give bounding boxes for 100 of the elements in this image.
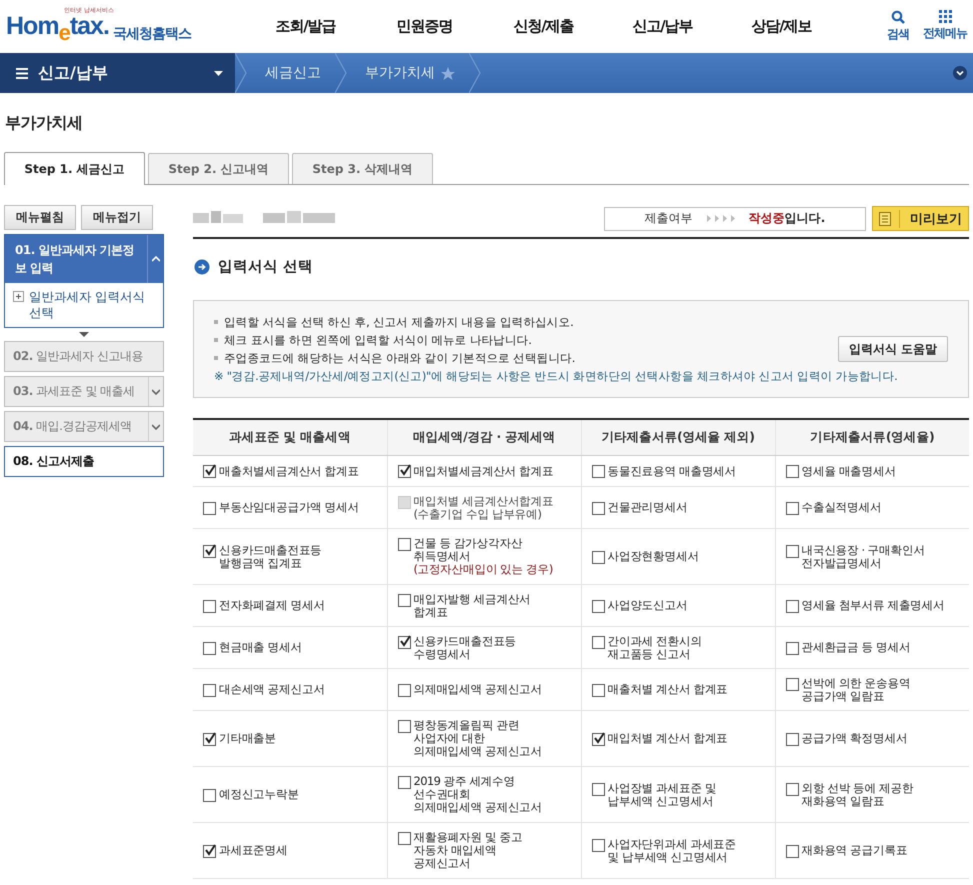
column-header: 과세표준 및 매출세액: [193, 419, 387, 456]
checkbox[interactable]: [203, 788, 216, 802]
caret-icon: [214, 70, 223, 76]
checkbox[interactable]: [592, 465, 604, 478]
checkbox[interactable]: [592, 838, 604, 852]
form-label: 과세표준명세: [219, 844, 288, 857]
checkbox[interactable]: [398, 465, 410, 478]
form-label: 전자화폐결제 명세서: [219, 599, 325, 612]
sidebar-button[interactable]: 메뉴접기: [81, 205, 153, 230]
form-label: 신용카드매출전표등 수령명세서: [414, 634, 516, 660]
checkbox[interactable]: [398, 832, 410, 845]
checkbox[interactable]: [592, 782, 604, 796]
form-label: 기타매출분: [219, 732, 276, 745]
checkbox[interactable]: [203, 684, 216, 696]
form-label: 매입처별세금계산서 합계표: [414, 464, 554, 478]
checkbox[interactable]: [592, 550, 604, 564]
search-button[interactable]: 검색: [887, 10, 909, 43]
checkbox[interactable]: [203, 465, 216, 478]
checkbox[interactable]: [203, 732, 216, 746]
checkbox[interactable]: [203, 642, 216, 654]
checkbox[interactable]: [592, 732, 604, 746]
breadcrumb-item[interactable]: 세금신고: [247, 53, 335, 93]
chevron-separator-icon: [235, 53, 247, 93]
notice-text: 체크 표시를 하면 왼쪽에 입력할 서식이 메뉴로 나타납니다.: [224, 332, 532, 349]
notice-text: 입력할 서식을 선택 하신 후, 신고서 제출까지 내용을 입력하십시오.: [224, 314, 574, 331]
tab[interactable]: Step 2. 신고내역: [148, 153, 289, 184]
menu-dropdown[interactable]: 신고/납부: [0, 53, 235, 93]
checkbox[interactable]: [786, 732, 798, 746]
chevron-separator-icon: [469, 53, 481, 93]
form-label: 매입처별 세금계산서합계표 (수출기업 수입 납부유예): [414, 494, 554, 520]
checkbox[interactable]: [786, 600, 798, 612]
breadcrumb-item[interactable]: 부가가치세: [347, 53, 469, 93]
expand-icon[interactable]: [152, 388, 160, 394]
expand-icon[interactable]: [152, 424, 160, 430]
form-label: 신용카드매출전표등 발행금액 집계표: [219, 544, 322, 570]
document-icon: [879, 212, 891, 226]
menu-item[interactable]: 신고/납부: [603, 17, 722, 36]
search-icon: [891, 10, 905, 24]
checkbox[interactable]: [786, 544, 798, 558]
expand-icon[interactable]: [953, 66, 967, 80]
checkbox[interactable]: [786, 465, 798, 478]
checkbox[interactable]: [203, 600, 216, 612]
star-icon[interactable]: [441, 66, 455, 80]
bullet-icon: [214, 356, 218, 360]
form-label: 관세환급금 등 명세서: [802, 641, 910, 654]
form-label: 현금매출 명세서: [219, 641, 302, 654]
checkbox[interactable]: [592, 684, 604, 696]
sidebar-button[interactable]: 메뉴펼침: [4, 205, 76, 230]
help-button[interactable]: 입력서식 도움말: [838, 336, 948, 362]
checkbox[interactable]: [786, 678, 798, 690]
checkbox[interactable]: [398, 538, 410, 551]
form-label: 대손세액 공제신고서: [219, 683, 325, 696]
menu-item[interactable]: 조회/발급: [246, 17, 365, 36]
form-label: 외항 선박 등에 제공한 재화용역 일람표: [802, 782, 914, 808]
checkbox[interactable]: [592, 600, 604, 612]
checkbox[interactable]: [786, 502, 798, 514]
checkbox[interactable]: [786, 844, 798, 858]
preview-button[interactable]: 미리보기: [872, 206, 969, 231]
checkbox[interactable]: [203, 544, 216, 558]
down-arrow-icon: [79, 332, 89, 337]
checkbox[interactable]: [203, 844, 216, 858]
form-label: 2019 광주 세계수영 선수권대회 의제매입세액 공제신고서: [414, 775, 542, 814]
menu-item[interactable]: 민원증명: [365, 17, 484, 36]
arrows-icon: [706, 215, 735, 222]
step-menu-item[interactable]: 04. 매입.경감공제세액: [4, 411, 164, 442]
step-menu-item[interactable]: 01. 일반과세자 기본정보 입력: [5, 235, 163, 283]
checkbox[interactable]: [398, 636, 410, 648]
tab[interactable]: Step 3. 삭제내역: [292, 153, 433, 184]
submenu-item[interactable]: 일반과세자 입력서식 선택: [5, 283, 163, 327]
logo[interactable]: Hom$_{e}$tax.: [6, 14, 109, 45]
bullet-icon: [214, 338, 218, 342]
all-menu-button[interactable]: 전체메뉴: [923, 10, 967, 43]
menu-item[interactable]: 상담/제보: [722, 17, 841, 36]
step-menu-item[interactable]: 03. 과세표준 및 매출세: [4, 376, 164, 407]
checkbox[interactable]: [398, 594, 410, 606]
form-label: 사업양도신고서: [608, 599, 688, 612]
form-label: 수출실적명세서: [802, 501, 882, 514]
checkbox[interactable]: [786, 642, 798, 654]
form-note: (고정자산매입이 있는 경우): [414, 563, 553, 576]
column-header: 매입세액/경감 · 공제세액: [387, 419, 581, 456]
form-label: 영세율 첨부서류 제출명세서: [802, 599, 944, 612]
checkbox[interactable]: [398, 776, 410, 789]
grid-icon: [938, 10, 952, 23]
checkbox[interactable]: [786, 782, 798, 796]
checkbox[interactable]: [398, 720, 410, 733]
form-label: 영세율 매출명세서: [802, 464, 896, 478]
checkbox[interactable]: [592, 502, 604, 514]
site-name: 국세청홈택스: [112, 25, 191, 43]
form-label: 선박에 의한 운송용역 공급가액 일람표: [802, 676, 910, 702]
form-label: 내국신용장 · 구매확인서 전자발급명세서: [802, 544, 925, 570]
checkbox[interactable]: [398, 684, 410, 696]
checkbox[interactable]: [203, 502, 216, 514]
tab[interactable]: Step 1. 세금신고: [4, 152, 145, 185]
checkbox[interactable]: [592, 636, 604, 648]
status-label: 제출여부: [644, 210, 693, 227]
form-label: 공급가액 확정명세서: [802, 732, 908, 745]
collapse-icon[interactable]: [152, 256, 160, 262]
menu-item[interactable]: 신청/제출: [484, 17, 603, 36]
step-menu-item[interactable]: 08. 신고서제출: [4, 446, 164, 477]
form-label: 건물관리명세서: [608, 501, 688, 514]
